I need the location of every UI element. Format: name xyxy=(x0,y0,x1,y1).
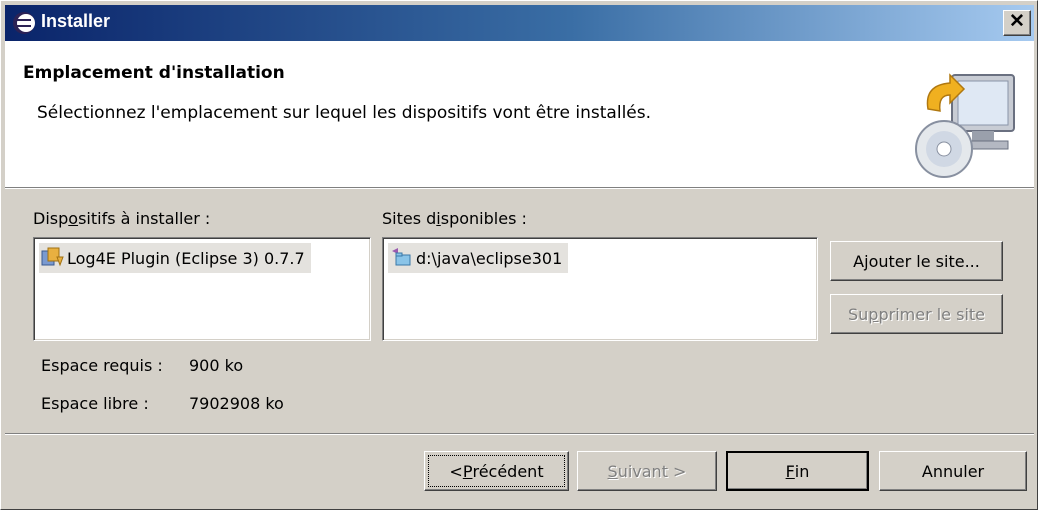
remove-site-button[interactable]: Su p primer le site xyxy=(830,294,1003,334)
sites-label: Sites disponibles : xyxy=(382,209,527,228)
close-icon: ✕ xyxy=(1009,11,1025,32)
page-description: Sélectionnez l'emplacement sur lequel le… xyxy=(37,103,652,123)
footer-separator xyxy=(5,433,1034,435)
plugin-feature-icon xyxy=(41,247,64,267)
add-site-button[interactable]: Aj outer le site... xyxy=(830,241,1003,281)
title-bar[interactable]: Installer ✕ xyxy=(5,5,1034,41)
header-separator xyxy=(5,187,1034,189)
cancel-button[interactable]: Annuler xyxy=(879,451,1027,491)
space-free-value: 7902908 ko xyxy=(189,394,284,413)
wizard-header: Emplacement d'installation Sélectionnez … xyxy=(5,41,1034,187)
finish-button[interactable]: Fin xyxy=(726,451,869,491)
sites-list[interactable]: d:\java\eclipse301 xyxy=(382,237,818,341)
space-required-label: Espace requis : xyxy=(41,356,163,375)
installer-window: Installer ✕ Emplacement d'installation S… xyxy=(0,0,1038,510)
install-computer-cd-icon xyxy=(915,73,1015,178)
page-title: Emplacement d'installation xyxy=(23,63,285,83)
site-folder-icon xyxy=(392,248,411,266)
features-list[interactable]: Log4E Plugin (Eclipse 3) 0.7.7 xyxy=(33,237,371,341)
space-required-value: 900 ko xyxy=(189,356,244,375)
eclipse-icon xyxy=(13,12,35,34)
space-free-label: Espace libre : xyxy=(41,394,149,413)
list-item[interactable]: d:\java\eclipse301 xyxy=(388,243,569,273)
list-item[interactable]: Log4E Plugin (Eclipse 3) 0.7.7 xyxy=(39,243,311,273)
window-title: Installer xyxy=(41,11,111,31)
back-button[interactable]: < Précédent xyxy=(424,451,569,491)
next-button[interactable]: Suivant > xyxy=(577,451,717,491)
close-button[interactable]: ✕ xyxy=(1003,10,1031,36)
features-label: Dispositifs à installer : xyxy=(33,209,211,228)
